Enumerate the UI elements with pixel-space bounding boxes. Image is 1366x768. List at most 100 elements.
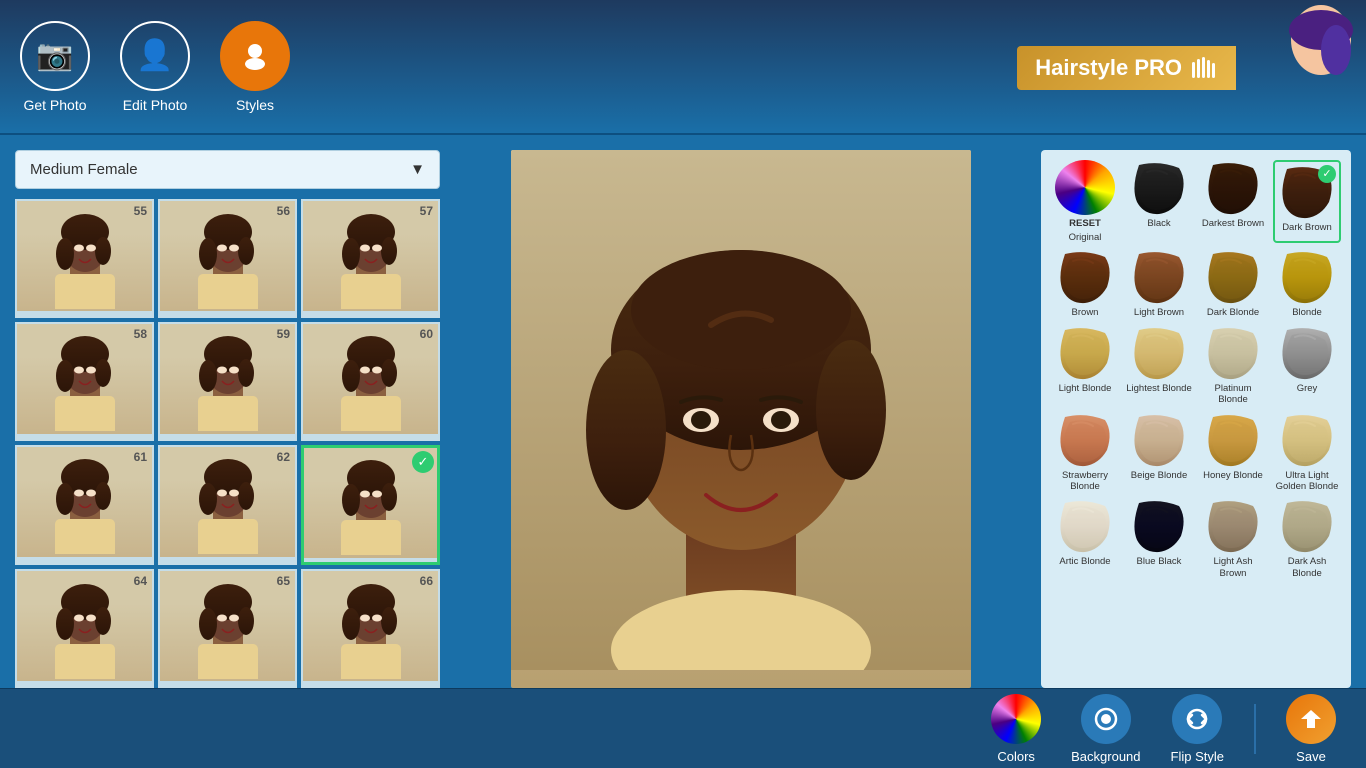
style-number: 62 [277, 450, 290, 464]
style-number: 57 [420, 204, 433, 218]
hairstyle-icon [220, 21, 290, 91]
nav-styles[interactable]: Styles [220, 21, 290, 113]
styles-grid: 55 56 [15, 199, 440, 688]
styles-label: Styles [236, 97, 274, 113]
color-item-artic-blonde[interactable]: Artic Blonde [1051, 498, 1119, 579]
header: 📷 Get Photo 👤 Edit Photo Styles Hairstyl… [0, 0, 1366, 135]
background-label: Background [1071, 749, 1140, 764]
color-item-light-brown[interactable]: Light Brown [1125, 249, 1193, 318]
reset-label: RESET [1069, 218, 1101, 229]
colors-icon [991, 694, 1041, 744]
color-swatch-blonde [1277, 249, 1337, 304]
color-name-black: Black [1147, 218, 1170, 229]
style-number: 66 [420, 574, 433, 588]
color-name-dark-blonde: Dark Blonde [1207, 307, 1259, 318]
app-logo: Hairstyle PRO [1017, 0, 1366, 135]
color-swatch-darkest-brown [1203, 160, 1263, 215]
main-content: Medium Female ▼ 55 [0, 135, 1366, 688]
color-item-strawberry-blonde[interactable]: Strawberry Blonde [1051, 412, 1119, 493]
styles-dropdown[interactable]: Medium Female ▼ [15, 150, 440, 189]
color-swatch-light-brown [1129, 249, 1189, 304]
color-item-grey[interactable]: Grey [1273, 325, 1341, 406]
color-swatch-beige-blonde [1129, 412, 1189, 467]
style-item-60[interactable]: 60 [301, 322, 440, 441]
camera-icon: 📷 [20, 21, 90, 91]
color-swatch-strawberry-blonde [1055, 412, 1115, 467]
color-item-honey-blonde[interactable]: Honey Blonde [1199, 412, 1267, 493]
style-number: 60 [420, 327, 433, 341]
color-name-darkest-brown: Darkest Brown [1202, 218, 1264, 229]
background-icon [1081, 694, 1131, 744]
color-swatch-blue-black [1129, 498, 1189, 553]
style-face-56 [160, 201, 295, 311]
save-icon [1286, 694, 1336, 744]
logo-text: Hairstyle PRO [1017, 46, 1236, 90]
color-swatch-black [1129, 160, 1189, 215]
style-number: 55 [134, 204, 147, 218]
color-swatch-platinum-blonde [1203, 325, 1263, 380]
style-face-60 [303, 324, 438, 434]
color-swatch-brown [1055, 249, 1115, 304]
color-item-blue-black[interactable]: Blue Black [1125, 498, 1193, 579]
background-button[interactable]: Background [1071, 694, 1140, 764]
style-face-58 [17, 324, 152, 434]
color-item-dark-blonde[interactable]: Dark Blonde [1199, 249, 1267, 318]
colors-label: Colors [997, 749, 1035, 764]
color-item-platinum-blonde[interactable]: Platinum Blonde [1199, 325, 1267, 406]
color-item-dark-brown[interactable]: Dark Brown [1273, 160, 1341, 243]
style-face-59 [160, 324, 295, 434]
style-item-61[interactable]: 61 [15, 445, 154, 566]
color-name-strawberry-blonde: Strawberry Blonde [1051, 470, 1119, 493]
color-name-artic-blonde: Artic Blonde [1059, 556, 1110, 567]
color-name-light-brown: Light Brown [1134, 307, 1184, 318]
color-name-ultra-light-golden-blonde: Ultra Light Golden Blonde [1273, 470, 1341, 493]
style-item-66[interactable]: 66 [301, 569, 440, 688]
color-name-blonde: Blonde [1292, 307, 1322, 318]
color-item-light-blonde[interactable]: Light Blonde [1051, 325, 1119, 406]
style-number: 56 [277, 204, 290, 218]
color-item-dark-ash-blonde[interactable]: Dark Ash Blonde [1273, 498, 1341, 579]
style-number: 59 [277, 327, 290, 341]
color-swatch-artic-blonde [1055, 498, 1115, 553]
edit-photo-label: Edit Photo [123, 97, 188, 113]
color-swatch-dark-ash-blonde [1277, 498, 1337, 553]
color-name-brown: Brown [1072, 307, 1099, 318]
flip-style-label: Flip Style [1171, 749, 1224, 764]
save-button[interactable]: Save [1286, 694, 1336, 764]
style-item-63[interactable]: ✓ [301, 445, 440, 566]
style-item-62[interactable]: 62 [158, 445, 297, 566]
style-face-61 [17, 447, 152, 557]
person-icon: 👤 [120, 21, 190, 91]
style-face-62 [160, 447, 295, 557]
color-item-light-ash-brown[interactable]: Light Ash Brown [1199, 498, 1267, 579]
nav-edit-photo[interactable]: 👤 Edit Photo [120, 21, 190, 113]
color-item-black[interactable]: Black [1125, 160, 1193, 243]
style-item-65[interactable]: 65 [158, 569, 297, 688]
color-name-dark-ash-blonde: Dark Ash Blonde [1273, 556, 1341, 579]
style-item-64[interactable]: 64 [15, 569, 154, 688]
color-name-honey-blonde: Honey Blonde [1203, 470, 1263, 481]
logo-illustration [1236, 0, 1356, 135]
color-reset-button[interactable]: RESET Original [1051, 160, 1119, 243]
color-item-beige-blonde[interactable]: Beige Blonde [1125, 412, 1193, 493]
color-item-ultra-light-golden-blonde[interactable]: Ultra Light Golden Blonde [1273, 412, 1341, 493]
color-swatch-light-blonde [1055, 325, 1115, 380]
color-item-blonde[interactable]: Blonde [1273, 249, 1341, 318]
nav-get-photo[interactable]: 📷 Get Photo [20, 21, 90, 113]
style-number: 64 [134, 574, 147, 588]
style-item-56[interactable]: 56 [158, 199, 297, 318]
style-face-57 [303, 201, 438, 311]
color-item-lightest-blonde[interactable]: Lightest Blonde [1125, 325, 1193, 406]
colors-button[interactable]: Colors [991, 694, 1041, 764]
color-item-brown[interactable]: Brown [1051, 249, 1119, 318]
color-swatch-light-ash-brown [1203, 498, 1263, 553]
color-item-darkest-brown[interactable]: Darkest Brown [1199, 160, 1267, 243]
style-item-59[interactable]: 59 [158, 322, 297, 441]
style-item-58[interactable]: 58 [15, 322, 154, 441]
style-face-64 [17, 571, 152, 681]
color-name-light-ash-brown: Light Ash Brown [1199, 556, 1267, 579]
style-item-55[interactable]: 55 [15, 199, 154, 318]
get-photo-label: Get Photo [23, 97, 86, 113]
style-item-57[interactable]: 57 [301, 199, 440, 318]
flip-style-button[interactable]: Flip Style [1171, 694, 1224, 764]
